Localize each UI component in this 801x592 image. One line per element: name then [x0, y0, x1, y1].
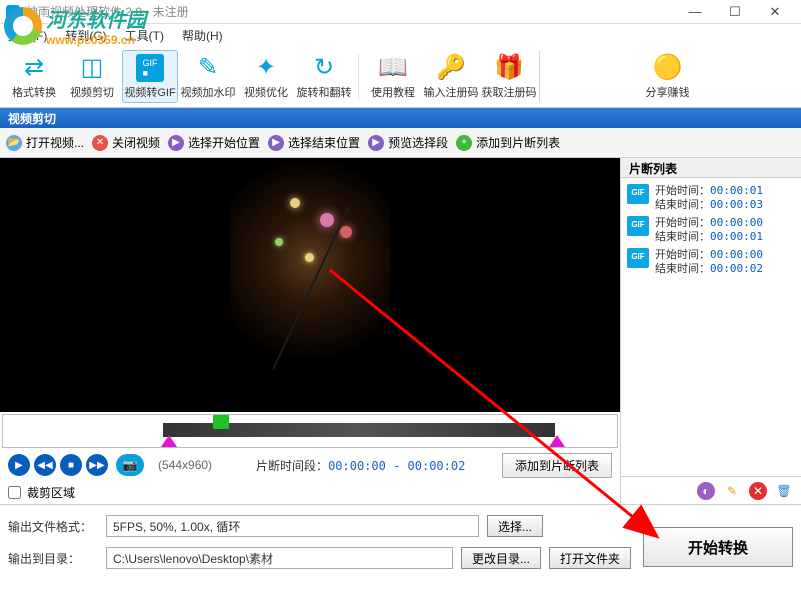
plus-circle-icon: +: [456, 135, 472, 151]
output-format-value: 5FPS, 50%, 1.00x, 循环: [106, 515, 479, 537]
key-icon: 🔑: [437, 54, 465, 82]
toolbar-enter-code[interactable]: 🔑输入注册码: [423, 50, 479, 103]
close-circle-icon: ✕: [92, 135, 108, 151]
output-dir-label: 输出到目录：: [8, 550, 98, 567]
ingot-icon: 🟡: [654, 54, 682, 82]
segment-label: 片断时间段：: [256, 459, 328, 473]
gif-badge-icon: GIF: [627, 184, 649, 204]
delete-segment-icon[interactable]: ✕: [749, 482, 767, 500]
forward-button[interactable]: ▶▶: [86, 454, 108, 476]
start-convert-button[interactable]: 开始转换: [643, 527, 793, 567]
book-icon: 📖: [379, 54, 407, 82]
segment-item[interactable]: GIF 开始时间：00:00:01结束时间：00:00:03: [625, 182, 797, 214]
open-video-button[interactable]: 📂打开视频...: [6, 134, 84, 151]
video-dimensions: (544x960): [158, 458, 212, 472]
play-circle-icon: ▶: [368, 135, 384, 151]
maximize-button[interactable]: ☐: [715, 4, 755, 20]
timeline[interactable]: [2, 414, 618, 448]
output-format-label: 输出文件格式：: [8, 518, 98, 535]
choose-format-button[interactable]: 选择...: [487, 515, 543, 537]
segment-list-title: 片断列表: [621, 158, 801, 178]
crop-icon: ◫: [78, 54, 106, 82]
rewind-button[interactable]: ◀◀: [34, 454, 56, 476]
set-end-button[interactable]: ▶选择结束位置: [268, 134, 360, 151]
folder-icon: 📂: [6, 135, 22, 151]
toolbar-rotate[interactable]: ↻旋转和翻转: [296, 50, 352, 103]
toolbar-optimize[interactable]: ✦视频优化: [238, 50, 294, 103]
change-dir-button[interactable]: 更改目录...: [461, 547, 541, 569]
segment-list: GIF 开始时间：00:00:01结束时间：00:00:03 GIF 开始时间：…: [621, 178, 801, 476]
app-icon: [6, 5, 20, 19]
open-folder-button[interactable]: 打开文件夹: [549, 547, 631, 569]
segment-range: 00:00:00 - 00:00:02: [328, 459, 465, 473]
segment-item[interactable]: GIF 开始时间：00:00:00结束时间：00:00:02: [625, 246, 797, 278]
gif-badge-icon: GIF: [627, 248, 649, 268]
menu-convert[interactable]: 转到(G): [65, 27, 106, 44]
crop-area-checkbox[interactable]: [8, 486, 21, 499]
stop-button[interactable]: ■: [60, 454, 82, 476]
trash-icon[interactable]: 🗑: [775, 482, 793, 500]
toolbar-get-code[interactable]: 🎁获取注册码: [481, 50, 537, 103]
menu-file[interactable]: 文件(F): [8, 27, 47, 44]
add-segment-button[interactable]: +添加到片断列表: [456, 134, 560, 151]
section-title: 视频剪切: [0, 108, 801, 128]
timeline-start-marker[interactable]: [161, 435, 177, 447]
toolbar-format-convert[interactable]: ⇄格式转换: [6, 50, 62, 103]
minimize-button[interactable]: —: [675, 4, 715, 19]
set-start-button[interactable]: ▶选择开始位置: [168, 134, 260, 151]
sparkle-icon: ✦: [252, 54, 280, 82]
toolbar-tutorial[interactable]: 📖使用教程: [365, 50, 421, 103]
timeline-playhead[interactable]: [213, 415, 229, 429]
rotate-icon: ↻: [310, 54, 338, 82]
toolbar-video-clip[interactable]: ◫视频剪切: [64, 50, 120, 103]
close-video-button[interactable]: ✕关闭视频: [92, 134, 160, 151]
toolbar-video-to-gif[interactable]: GIF■视频转GIF: [122, 50, 178, 103]
close-button[interactable]: ✕: [755, 4, 795, 20]
add-to-segment-list-button[interactable]: 添加到片断列表: [502, 453, 612, 478]
snapshot-button[interactable]: 📷: [116, 454, 144, 476]
toolbar-share[interactable]: 🟡分享赚钱: [539, 50, 795, 103]
output-dir-value: C:\Users\lenovo\Desktop\素材: [106, 547, 453, 569]
window-title: 神雨视频处理软件 2.0 - 未注册: [26, 3, 675, 20]
gif-badge-icon: GIF: [627, 216, 649, 236]
edit-segment-icon[interactable]: ✎: [723, 482, 741, 500]
toolbar-watermark[interactable]: ✎视频加水印: [180, 50, 236, 103]
timeline-end-marker[interactable]: [549, 435, 565, 447]
video-preview[interactable]: [0, 158, 620, 412]
gift-icon: 🎁: [495, 54, 523, 82]
play-button[interactable]: ▶: [8, 454, 30, 476]
apply-segment-icon[interactable]: ◐: [697, 482, 715, 500]
preview-segment-button[interactable]: ▶预览选择段: [368, 134, 448, 151]
play-circle-icon: ▶: [268, 135, 284, 151]
menu-help[interactable]: 帮助(H): [182, 27, 223, 44]
camera-gif-icon: GIF■: [136, 54, 164, 82]
play-circle-icon: ▶: [168, 135, 184, 151]
swap-icon: ⇄: [20, 54, 48, 82]
crop-area-label: 裁剪区域: [27, 484, 75, 501]
segment-item[interactable]: GIF 开始时间：00:00:00结束时间：00:00:01: [625, 214, 797, 246]
brush-icon: ✎: [194, 54, 222, 82]
menu-tool[interactable]: 工具(T): [125, 27, 164, 44]
